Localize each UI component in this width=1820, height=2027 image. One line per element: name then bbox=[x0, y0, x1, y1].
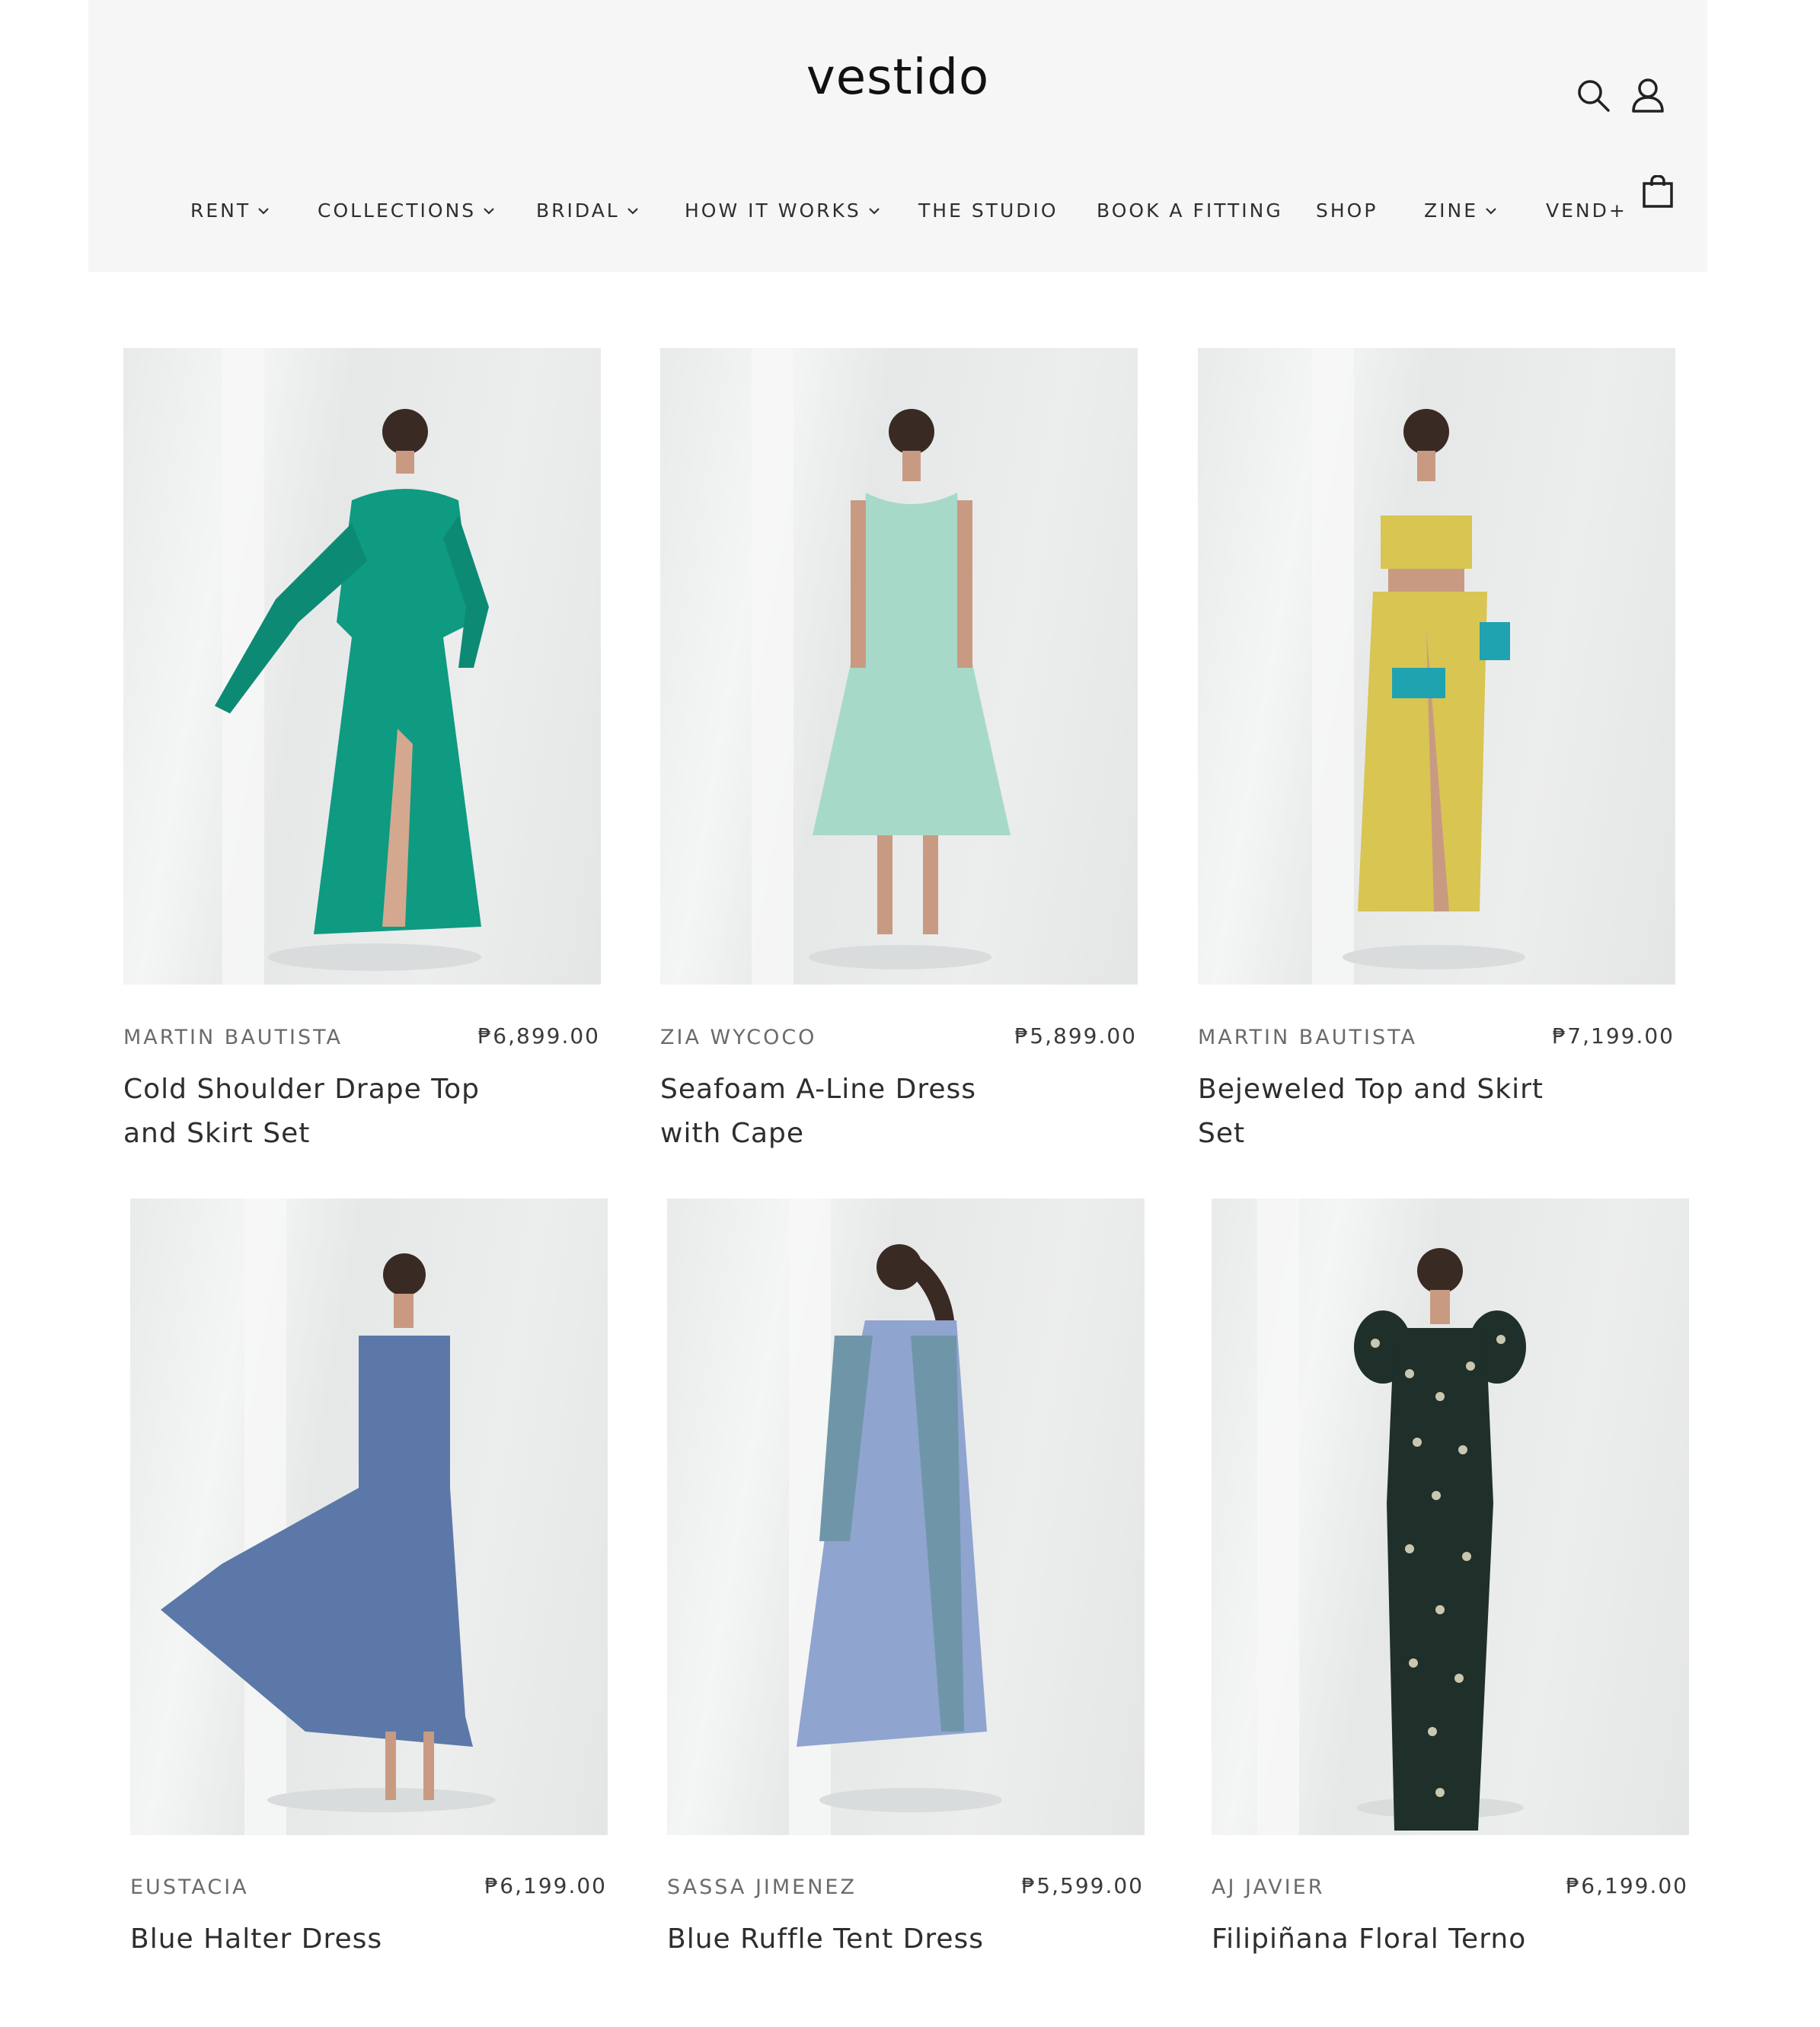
nav-item-rent[interactable]: RENT bbox=[190, 200, 270, 222]
product-image[interactable] bbox=[660, 348, 1138, 985]
chevron-down-icon bbox=[626, 204, 640, 218]
product-title[interactable]: Blue Ruffle Tent Dress bbox=[667, 1917, 1048, 1962]
nav-item-the-studio[interactable]: THE STUDIO bbox=[918, 200, 1058, 222]
nav-item-bridal[interactable]: BRIDAL bbox=[536, 200, 640, 222]
search-icon[interactable] bbox=[1575, 77, 1611, 113]
product-vendor[interactable]: MARTIN BAUTISTA bbox=[123, 1025, 343, 1051]
product-title[interactable]: Seafoam A-Line Dress with Cape bbox=[660, 1068, 1041, 1156]
chevron-down-icon bbox=[867, 204, 881, 218]
product-price: ₱6,199.00 bbox=[484, 1873, 607, 1898]
product-vendor[interactable]: EUSTACIA bbox=[130, 1875, 249, 1901]
product-image[interactable] bbox=[667, 1199, 1145, 1835]
product-vendor[interactable]: ZIA WYCOCO bbox=[660, 1025, 816, 1051]
nav-item-label: SHOP bbox=[1316, 200, 1378, 222]
chevron-down-icon bbox=[257, 204, 270, 218]
nav-item-label: COLLECTIONS bbox=[318, 200, 477, 222]
account-icon[interactable] bbox=[1630, 77, 1666, 113]
product-image[interactable] bbox=[130, 1199, 608, 1835]
nav-item-label: ZINE bbox=[1424, 200, 1478, 222]
product-title[interactable]: Filipiñana Floral Terno bbox=[1212, 1917, 1592, 1962]
product-vendor[interactable]: AJ JAVIER bbox=[1212, 1875, 1325, 1901]
product-price: ₱5,599.00 bbox=[1021, 1873, 1144, 1898]
product-image[interactable] bbox=[1198, 348, 1675, 985]
product-price: ₱6,899.00 bbox=[477, 1023, 600, 1049]
chevron-down-icon bbox=[482, 204, 496, 218]
main-navigation: RENT COLLECTIONS BRIDAL HOW IT WORKS THE… bbox=[88, 200, 1707, 222]
product-title[interactable]: Cold Shoulder Drape Top and Skirt Set bbox=[123, 1068, 504, 1156]
product-title[interactable]: Bejeweled Top and Skirt Set bbox=[1198, 1068, 1579, 1156]
product-vendor[interactable]: SASSA JIMENEZ bbox=[667, 1875, 857, 1901]
product-price: ₱7,199.00 bbox=[1552, 1023, 1675, 1049]
product-image[interactable] bbox=[1212, 1199, 1689, 1835]
nav-item-label: VEND+ bbox=[1546, 200, 1627, 222]
nav-item-label: RENT bbox=[190, 200, 251, 222]
product-price: ₱5,899.00 bbox=[1014, 1023, 1137, 1049]
nav-item-label: HOW IT WORKS bbox=[685, 200, 861, 222]
nav-item-vend-plus[interactable]: VEND+ bbox=[1546, 200, 1627, 222]
nav-item-collections[interactable]: COLLECTIONS bbox=[318, 200, 496, 222]
nav-item-zine[interactable]: ZINE bbox=[1424, 200, 1498, 222]
nav-item-label: BRIDAL bbox=[536, 200, 620, 222]
chevron-down-icon bbox=[1484, 204, 1498, 218]
nav-item-book-a-fitting[interactable]: BOOK A FITTING bbox=[1097, 200, 1283, 222]
nav-item-how-it-works[interactable]: HOW IT WORKS bbox=[685, 200, 881, 222]
product-title[interactable]: Blue Halter Dress bbox=[130, 1917, 511, 1962]
product-image[interactable] bbox=[123, 348, 601, 985]
site-header: vestido RENT COLLECTIONS BRIDAL HOW IT W… bbox=[88, 0, 1707, 272]
product-price: ₱6,199.00 bbox=[1566, 1873, 1688, 1898]
product-vendor[interactable]: MARTIN BAUTISTA bbox=[1198, 1025, 1417, 1051]
nav-item-label: THE STUDIO bbox=[918, 200, 1058, 222]
nav-item-shop[interactable]: SHOP bbox=[1316, 200, 1378, 222]
brand-logo[interactable]: vestido bbox=[88, 53, 1707, 102]
nav-item-label: BOOK A FITTING bbox=[1097, 200, 1283, 222]
